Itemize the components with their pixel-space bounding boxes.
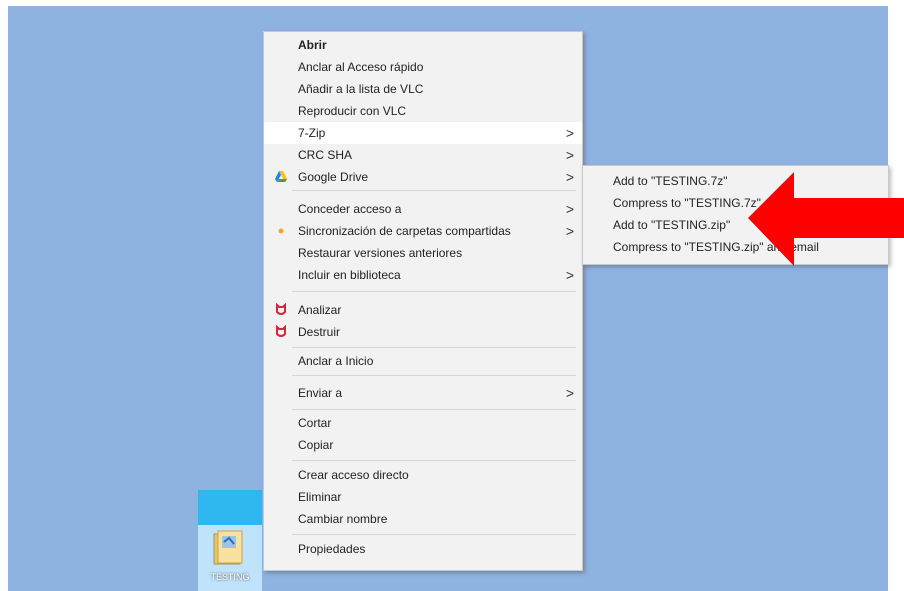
- menu-item-label: Eliminar: [298, 490, 342, 504]
- menu-item-label: Incluir en biblioteca: [298, 268, 401, 282]
- menu-item-abrir[interactable]: Abrir: [264, 34, 582, 56]
- menu-item-label: Propiedades: [298, 542, 366, 556]
- submenu-item-label: Add to "TESTING.zip": [613, 218, 731, 232]
- menu-separator: [292, 291, 576, 292]
- chevron-right-icon: >: [565, 147, 574, 163]
- menu-item-label: 7-Zip: [298, 126, 326, 140]
- menu-separator: [292, 534, 576, 535]
- menu-item-analizar[interactable]: Analizar: [264, 299, 582, 321]
- menu-item-label: Google Drive: [298, 170, 369, 184]
- desktop-folder-item[interactable]: TESTING: [198, 490, 262, 591]
- menu-item-enviar-a[interactable]: Enviar a >: [264, 382, 582, 404]
- menu-item-crear-acceso-directo[interactable]: Crear acceso directo: [264, 464, 582, 486]
- menu-item-cortar[interactable]: Cortar: [264, 412, 582, 434]
- menu-item-sincronizacion[interactable]: Sincronización de carpetas compartidas >: [264, 220, 582, 242]
- menu-item-copiar[interactable]: Copiar: [264, 434, 582, 456]
- menu-item-label: Sincronización de carpetas compartidas: [298, 224, 511, 238]
- menu-item-7zip[interactable]: 7-Zip >: [264, 122, 582, 144]
- chevron-right-icon: >: [565, 385, 574, 401]
- menu-separator: [292, 347, 576, 348]
- menu-item-restaurar-versiones[interactable]: Restaurar versiones anteriores: [264, 242, 582, 264]
- menu-separator: [292, 409, 576, 410]
- menu-item-anclar-inicio[interactable]: Anclar a Inicio: [264, 350, 582, 372]
- menu-item-label: Copiar: [298, 438, 334, 452]
- menu-separator: [292, 460, 576, 461]
- antivirus-icon: [276, 303, 286, 315]
- menu-separator: [292, 375, 576, 376]
- context-menu: Abrir Anclar al Acceso rápido Añadir a l…: [263, 31, 583, 571]
- menu-item-label: Abrir: [298, 38, 327, 52]
- menu-item-cambiar-nombre[interactable]: Cambiar nombre: [264, 508, 582, 530]
- menu-item-google-drive[interactable]: Google Drive >: [264, 166, 582, 188]
- menu-item-label: Añadir a la lista de VLC: [298, 82, 424, 96]
- menu-item-crc-sha[interactable]: CRC SHA >: [264, 144, 582, 166]
- menu-item-incluir-biblioteca[interactable]: Incluir en biblioteca >: [264, 264, 582, 286]
- menu-item-label: Crear acceso directo: [298, 468, 409, 482]
- submenu-item-label: Add to "TESTING.7z": [613, 174, 728, 188]
- menu-item-reproducir-vlc[interactable]: Reproducir con VLC: [264, 100, 582, 122]
- menu-item-label: Analizar: [298, 303, 342, 317]
- arrow-shape: [748, 172, 904, 266]
- menu-item-label: Anclar a Inicio: [298, 354, 374, 368]
- menu-item-eliminar[interactable]: Eliminar: [264, 486, 582, 508]
- menu-item-propiedades[interactable]: Propiedades: [264, 538, 582, 560]
- chevron-right-icon: >: [565, 201, 574, 217]
- menu-item-label: Cambiar nombre: [298, 512, 388, 526]
- sync-icon: [278, 228, 284, 234]
- menu-separator: [292, 190, 576, 191]
- selection-highlight: [198, 490, 262, 525]
- chevron-right-icon: >: [565, 223, 574, 239]
- menu-item-label: Anclar al Acceso rápido: [298, 60, 424, 74]
- menu-item-label: Conceder acceso a: [298, 202, 402, 216]
- chevron-right-icon: >: [565, 169, 574, 185]
- menu-item-label: CRC SHA: [298, 148, 353, 162]
- menu-item-label: Reproducir con VLC: [298, 104, 407, 118]
- red-arrow-annotation: [748, 172, 904, 266]
- antivirus-icon: [276, 325, 286, 337]
- folder-icon: [213, 530, 243, 565]
- menu-item-destruir[interactable]: Destruir: [264, 321, 582, 343]
- menu-item-anclar-acceso-rapido[interactable]: Anclar al Acceso rápido: [264, 56, 582, 78]
- menu-item-label: Enviar a: [298, 386, 343, 400]
- menu-item-label: Cortar: [298, 416, 332, 430]
- chevron-right-icon: >: [565, 125, 574, 141]
- menu-item-anadir-vlc[interactable]: Añadir a la lista de VLC: [264, 78, 582, 100]
- menu-item-label: Restaurar versiones anteriores: [298, 246, 463, 260]
- chevron-right-icon: >: [565, 267, 574, 283]
- desktop-folder-label: TESTING: [210, 572, 250, 582]
- menu-item-conceder-acceso[interactable]: Conceder acceso a >: [264, 198, 582, 220]
- menu-item-label: Destruir: [298, 325, 341, 339]
- google-drive-icon: [275, 171, 287, 182]
